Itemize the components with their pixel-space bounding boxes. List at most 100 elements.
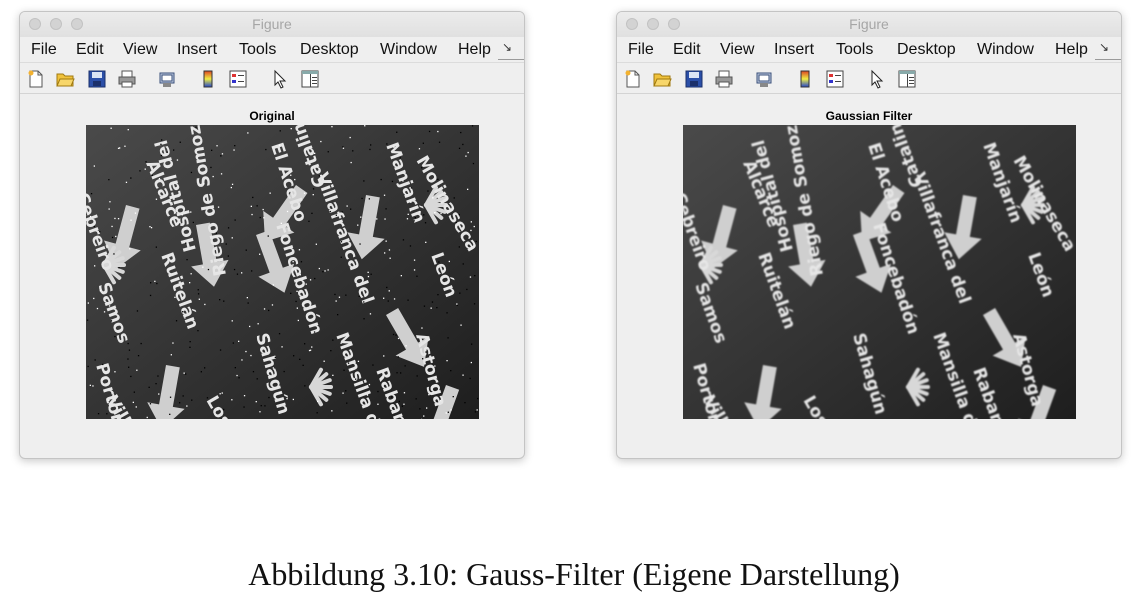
- salt-pepper-noise-dot: [376, 218, 378, 220]
- salt-pepper-noise-dot: [86, 319, 89, 321]
- menu-insert[interactable]: Insert: [177, 40, 217, 60]
- zoom-window-button[interactable]: [668, 18, 680, 30]
- salt-pepper-noise-dot: [149, 403, 152, 405]
- menu-window[interactable]: Window: [977, 40, 1034, 60]
- print-icon[interactable]: [714, 69, 734, 89]
- menu-view[interactable]: View: [720, 40, 754, 60]
- print-preview-icon[interactable]: [157, 69, 177, 89]
- salt-pepper-noise-dot: [357, 224, 359, 226]
- salt-pepper-noise-dot: [400, 275, 402, 277]
- salt-pepper-noise-dot: [469, 276, 472, 278]
- salt-pepper-noise-dot: [128, 366, 130, 368]
- new-figure-icon[interactable]: [623, 69, 643, 89]
- salt-pepper-noise-dot: [472, 162, 475, 165]
- salt-pepper-noise-dot: [426, 407, 428, 409]
- salt-pepper-noise-dot: [92, 385, 94, 387]
- salt-pepper-noise-dot: [186, 405, 188, 407]
- salt-pepper-noise-dot: [117, 218, 120, 220]
- salt-pepper-noise-dot: [290, 292, 292, 294]
- menubar: File Edit View Insert Tools Desktop Wind…: [617, 37, 1121, 63]
- salt-pepper-noise-dot: [179, 223, 181, 225]
- menu-desktop[interactable]: Desktop: [300, 40, 359, 60]
- salt-pepper-noise-dot: [368, 383, 371, 386]
- salt-pepper-noise-dot: [407, 213, 409, 215]
- salt-pepper-noise-dot: [245, 249, 247, 251]
- close-window-button[interactable]: [626, 18, 638, 30]
- menu-insert[interactable]: Insert: [774, 40, 814, 60]
- window-controls: [626, 18, 680, 30]
- salt-pepper-noise-dot: [96, 307, 99, 310]
- window-titlebar[interactable]: Figure: [617, 12, 1121, 37]
- salt-pepper-noise-dot: [335, 300, 337, 302]
- salt-pepper-noise-dot: [220, 173, 223, 175]
- salt-pepper-noise-dot: [456, 303, 458, 305]
- menu-overflow-icon[interactable]: ↘: [1099, 40, 1109, 54]
- salt-pepper-noise-dot: [460, 131, 462, 134]
- salt-pepper-noise-dot: [130, 177, 132, 179]
- property-editor-icon[interactable]: [300, 69, 320, 89]
- salt-pepper-noise-dot: [436, 307, 438, 309]
- salt-pepper-noise-dot: [118, 267, 120, 269]
- menu-tools[interactable]: Tools: [239, 40, 276, 60]
- salt-pepper-noise-dot: [269, 192, 271, 194]
- save-icon[interactable]: [684, 69, 704, 89]
- menu-help[interactable]: Help: [458, 40, 491, 60]
- salt-pepper-noise-dot: [397, 356, 399, 358]
- colorbar-icon[interactable]: [198, 69, 218, 89]
- menu-overflow-icon[interactable]: ↘: [502, 40, 512, 54]
- salt-pepper-noise-dot: [304, 343, 306, 345]
- window-titlebar[interactable]: Figure: [20, 12, 524, 37]
- menu-edit[interactable]: Edit: [76, 40, 104, 60]
- salt-pepper-noise-dot: [473, 303, 476, 305]
- figure-window-gaussian: Figure File Edit View Insert Tools Deskt…: [616, 11, 1122, 459]
- salt-pepper-noise-dot: [399, 157, 401, 159]
- save-icon[interactable]: [87, 69, 107, 89]
- cursor-icon[interactable]: [270, 69, 290, 89]
- minimize-window-button[interactable]: [50, 18, 62, 30]
- salt-pepper-noise-dot: [136, 369, 138, 371]
- menu-window[interactable]: Window: [380, 40, 437, 60]
- menu-view[interactable]: View: [123, 40, 157, 60]
- property-editor-icon[interactable]: [897, 69, 917, 89]
- menu-desktop[interactable]: Desktop: [897, 40, 956, 60]
- salt-pepper-noise-dot: [414, 217, 416, 219]
- salt-pepper-noise-dot: [169, 396, 172, 398]
- new-figure-icon[interactable]: [26, 69, 46, 89]
- salt-pepper-noise-dot: [243, 406, 245, 408]
- salt-pepper-noise-dot: [259, 216, 261, 219]
- close-window-button[interactable]: [29, 18, 41, 30]
- salt-pepper-noise-dot: [409, 245, 412, 247]
- salt-pepper-noise-dot: [391, 396, 393, 398]
- legend-icon[interactable]: [825, 69, 845, 89]
- menu-file[interactable]: File: [628, 40, 654, 60]
- menu-edit[interactable]: Edit: [673, 40, 701, 60]
- cursor-icon[interactable]: [867, 69, 887, 89]
- menu-help[interactable]: Help: [1055, 40, 1088, 60]
- salt-pepper-noise-dot: [312, 188, 315, 190]
- salt-pepper-noise-dot: [299, 274, 301, 276]
- salt-pepper-noise-dot: [202, 266, 204, 268]
- salt-pepper-noise-dot: [234, 145, 236, 147]
- open-folder-icon[interactable]: [652, 69, 672, 89]
- salt-pepper-noise-dot: [297, 319, 299, 322]
- menu-tools[interactable]: Tools: [836, 40, 873, 60]
- legend-icon[interactable]: [228, 69, 248, 89]
- salt-pepper-noise-dot: [359, 243, 361, 245]
- print-preview-icon[interactable]: [754, 69, 774, 89]
- salt-pepper-noise-dot: [175, 320, 178, 322]
- salt-pepper-noise-dot: [458, 214, 460, 216]
- colorbar-icon[interactable]: [795, 69, 815, 89]
- salt-pepper-noise-dot: [342, 146, 344, 148]
- zoom-window-button[interactable]: [71, 18, 83, 30]
- salt-pepper-noise-dot: [422, 142, 424, 144]
- print-icon[interactable]: [117, 69, 137, 89]
- image-axes[interactable]: Cebreiro Alcarce Samos Portomarín Ruitelán Ho…: [86, 125, 479, 419]
- salt-pepper-noise-dot: [233, 268, 236, 271]
- menu-file[interactable]: File: [31, 40, 57, 60]
- salt-pepper-noise-dot: [279, 391, 281, 394]
- open-folder-icon[interactable]: [55, 69, 75, 89]
- salt-pepper-noise-dot: [393, 298, 396, 300]
- minimize-window-button[interactable]: [647, 18, 659, 30]
- image-axes[interactable]: Cebreiro Alcarce Samos Portomarín Ruitelán Ho…: [683, 125, 1076, 419]
- salt-pepper-noise-dot: [192, 221, 194, 224]
